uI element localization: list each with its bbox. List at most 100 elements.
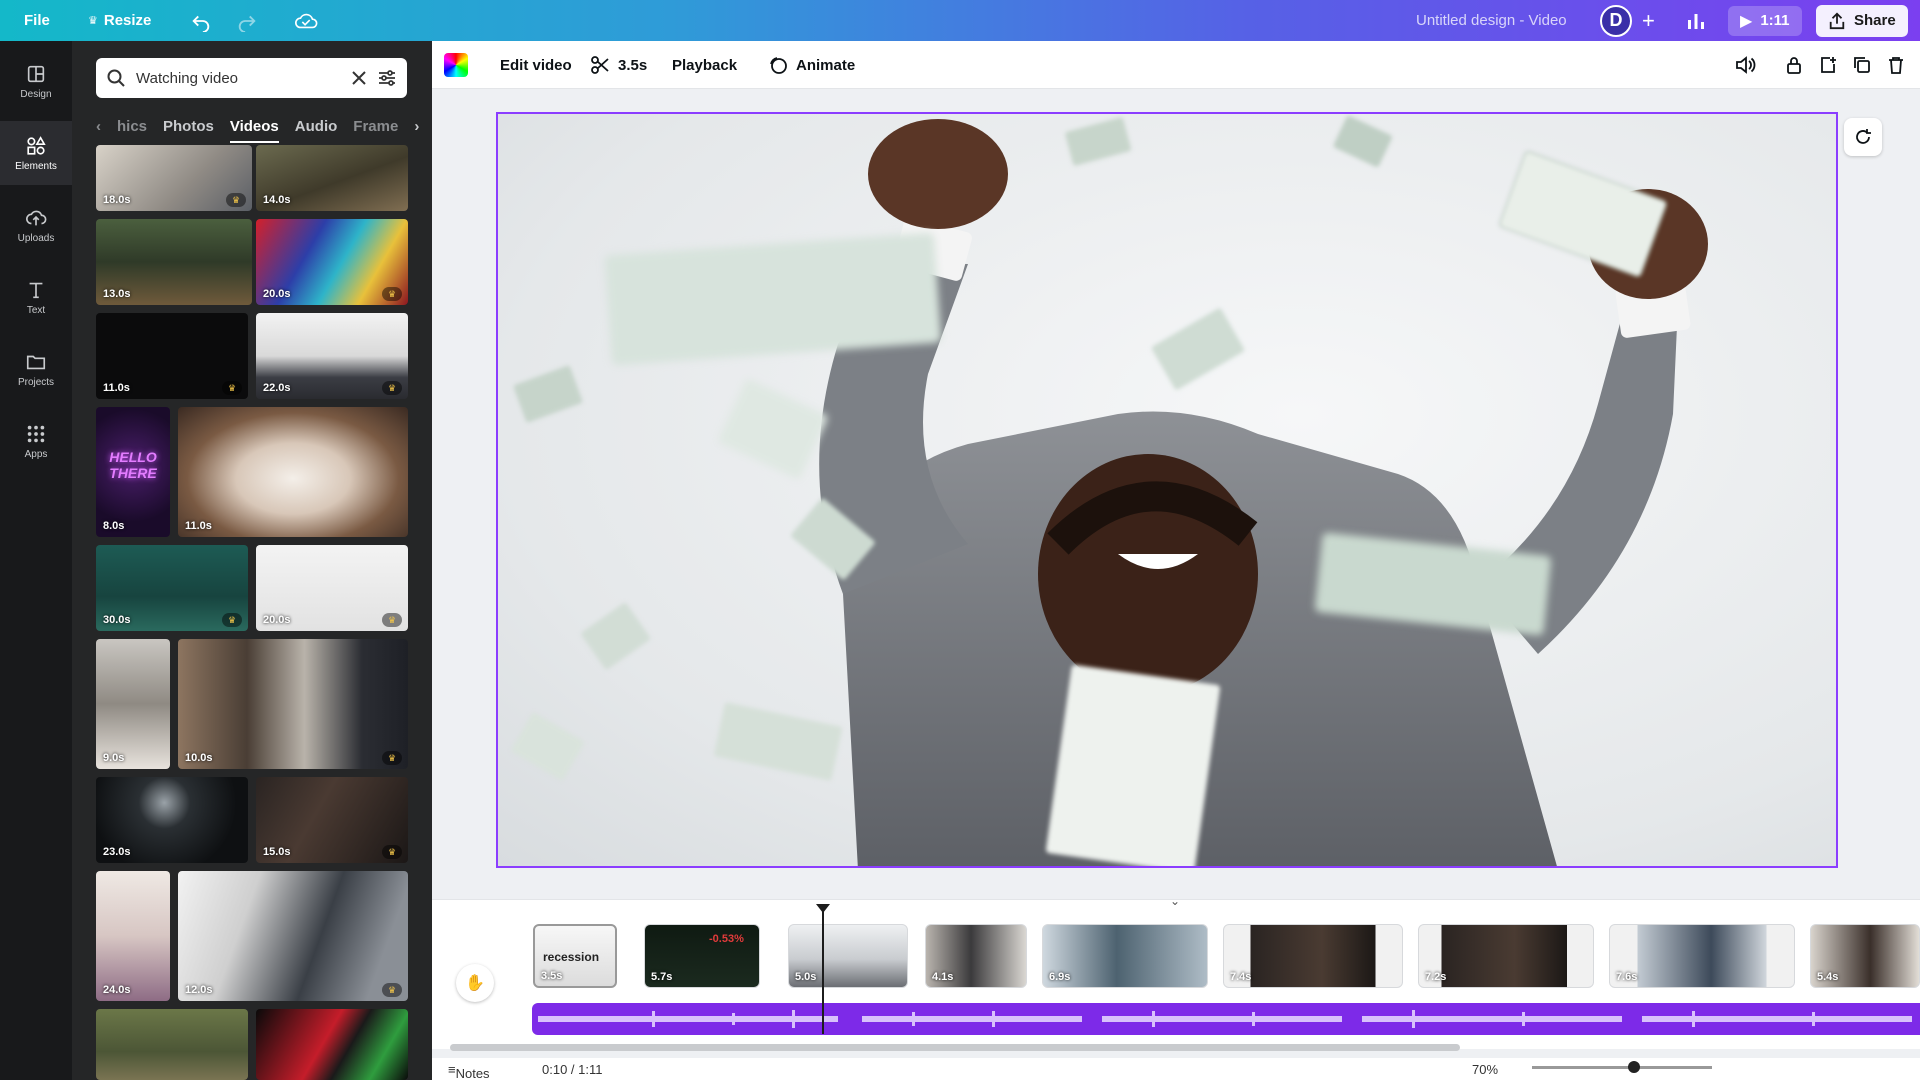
crown-icon: ♛ — [382, 845, 402, 859]
undo-icon — [192, 15, 210, 32]
timeline-clip[interactable]: recession 3.5s — [533, 924, 617, 988]
undo-button[interactable] — [190, 0, 212, 41]
timeline-collapse-chevron-icon[interactable]: ⌄ — [1170, 894, 1180, 908]
timeline-clip[interactable]: 7.6s — [1609, 924, 1795, 988]
video-canvas[interactable] — [496, 112, 1838, 868]
present-button[interactable]: ▶ 1:11 — [1728, 0, 1802, 41]
video-thumb[interactable]: 14.0s — [256, 145, 408, 211]
tabs-scroll-left-icon[interactable]: ‹ — [96, 118, 101, 135]
zoom-slider[interactable] — [1532, 1061, 1712, 1073]
video-thumb[interactable]: 22.0s ♛ — [256, 313, 408, 399]
zoom-level: 70% — [1472, 1062, 1499, 1077]
playback-button[interactable]: Playback — [672, 41, 737, 89]
timeline-clip[interactable]: 6.9s — [1042, 924, 1208, 988]
search-box — [96, 58, 407, 98]
tab-audio[interactable]: Audio — [295, 109, 338, 143]
resize-button[interactable]: ♛ Resize — [88, 0, 151, 41]
video-thumb[interactable]: 23.0s — [96, 777, 248, 863]
audio-track[interactable] — [532, 1003, 1920, 1035]
duplicate-button[interactable] — [1852, 41, 1872, 89]
upload-cloud-icon — [26, 210, 47, 225]
video-thumb[interactable]: 30.0s ♛ — [96, 545, 248, 631]
plus-icon: + — [1642, 7, 1655, 33]
left-rail: Design Elements Uploads Text Projects Ap… — [0, 41, 72, 1080]
video-thumb[interactable] — [256, 1009, 408, 1080]
crown-icon: ♛ — [382, 287, 402, 301]
tab-frames[interactable]: Frame — [353, 109, 398, 143]
add-collaborator-button[interactable]: + — [1642, 0, 1655, 41]
notes-button[interactable]: ≡ Notes — [448, 1062, 490, 1080]
refresh-icon — [1856, 129, 1871, 144]
rail-item-apps[interactable]: Apps — [0, 409, 72, 473]
tabs-scroll-right-icon[interactable]: › — [414, 118, 419, 135]
rail-item-text[interactable]: Text — [0, 265, 72, 329]
insights-button[interactable] — [1686, 0, 1706, 41]
video-thumb[interactable]: 10.0s ♛ — [178, 639, 408, 769]
rail-item-uploads[interactable]: Uploads — [0, 193, 72, 257]
timeline-clip[interactable]: -0.53% 5.7s — [644, 924, 760, 988]
clear-icon[interactable] — [351, 70, 367, 86]
playhead[interactable] — [816, 904, 830, 1034]
share-upload-icon — [1829, 12, 1845, 29]
video-thumb[interactable]: HELLO THERE 8.0s — [96, 407, 170, 537]
video-thumb[interactable]: 15.0s ♛ — [256, 777, 408, 863]
video-thumb[interactable]: 24.0s — [96, 871, 170, 1001]
file-menu[interactable]: File — [24, 0, 50, 41]
shapes-icon — [27, 135, 46, 155]
search-input[interactable] — [136, 69, 341, 87]
timeline-play-button[interactable]: ✋ — [456, 964, 494, 1002]
delete-button[interactable] — [1886, 41, 1906, 89]
crown-icon: ♛ — [382, 751, 402, 765]
video-thumb[interactable]: 12.0s ♛ — [178, 871, 408, 1001]
rail-item-elements[interactable]: Elements — [0, 121, 72, 185]
color-button[interactable] — [444, 41, 468, 89]
trim-button[interactable]: 3.5s — [590, 41, 647, 89]
crown-icon: ♛ — [382, 613, 402, 627]
video-thumb[interactable]: 20.0s ♛ — [256, 219, 408, 305]
play-icon: ▶ — [1740, 12, 1753, 30]
video-thumb[interactable] — [96, 1009, 248, 1080]
crown-icon: ♛ — [382, 983, 402, 997]
filter-icon[interactable] — [377, 68, 397, 88]
crown-icon: ♛ — [222, 613, 242, 627]
rail-item-design[interactable]: Design — [0, 49, 72, 113]
timeline-clip[interactable]: 4.1s — [925, 924, 1027, 988]
video-thumb[interactable]: 9.0s — [96, 639, 170, 769]
tab-graphics[interactable]: hics — [117, 109, 147, 143]
lock-button[interactable] — [1784, 41, 1804, 89]
share-button[interactable]: Share — [1816, 0, 1908, 41]
trash-icon — [1889, 57, 1903, 74]
add-page-button[interactable] — [1818, 41, 1838, 89]
regenerate-button[interactable] — [1844, 118, 1882, 156]
zoom-slider-knob[interactable] — [1628, 1061, 1640, 1073]
tab-videos[interactable]: Videos — [229, 109, 279, 143]
volume-button[interactable] — [1734, 41, 1756, 89]
timeline-clip[interactable]: 7.2s — [1418, 924, 1594, 988]
cloud-save-button[interactable] — [294, 0, 318, 41]
duplicate-icon — [1854, 57, 1870, 73]
cloud-check-icon — [295, 13, 318, 28]
video-thumb[interactable]: 18.0s ♛ — [96, 145, 252, 211]
rail-item-projects[interactable]: Projects — [0, 337, 72, 401]
animate-icon — [770, 57, 787, 74]
timeline-clip[interactable]: 5.0s — [788, 924, 908, 988]
video-thumb[interactable]: 13.0s — [96, 219, 252, 305]
crown-icon: ♛ — [88, 15, 98, 27]
user-avatar[interactable]: D — [1600, 0, 1632, 41]
timeline-scrollbar[interactable] — [450, 1044, 1460, 1051]
timeline-clip[interactable]: 7.4s — [1223, 924, 1403, 988]
text-icon — [29, 282, 43, 298]
grid-icon — [27, 425, 45, 442]
crown-icon: ♛ — [222, 381, 242, 395]
tab-photos[interactable]: Photos — [163, 109, 214, 143]
video-thumb[interactable]: 20.0s ♛ — [256, 545, 408, 631]
video-thumb[interactable]: 11.0s ♛ — [96, 313, 248, 399]
lock-icon — [1787, 57, 1801, 74]
design-title[interactable]: Untitled design - Video — [1416, 0, 1567, 41]
folder-icon — [26, 355, 46, 369]
edit-video-button[interactable]: Edit video — [500, 41, 572, 89]
redo-button[interactable] — [236, 0, 258, 41]
animate-button[interactable]: Animate — [768, 41, 855, 89]
timeline-clip[interactable]: 5.4s — [1810, 924, 1920, 988]
video-thumb[interactable]: 11.0s — [178, 407, 408, 537]
